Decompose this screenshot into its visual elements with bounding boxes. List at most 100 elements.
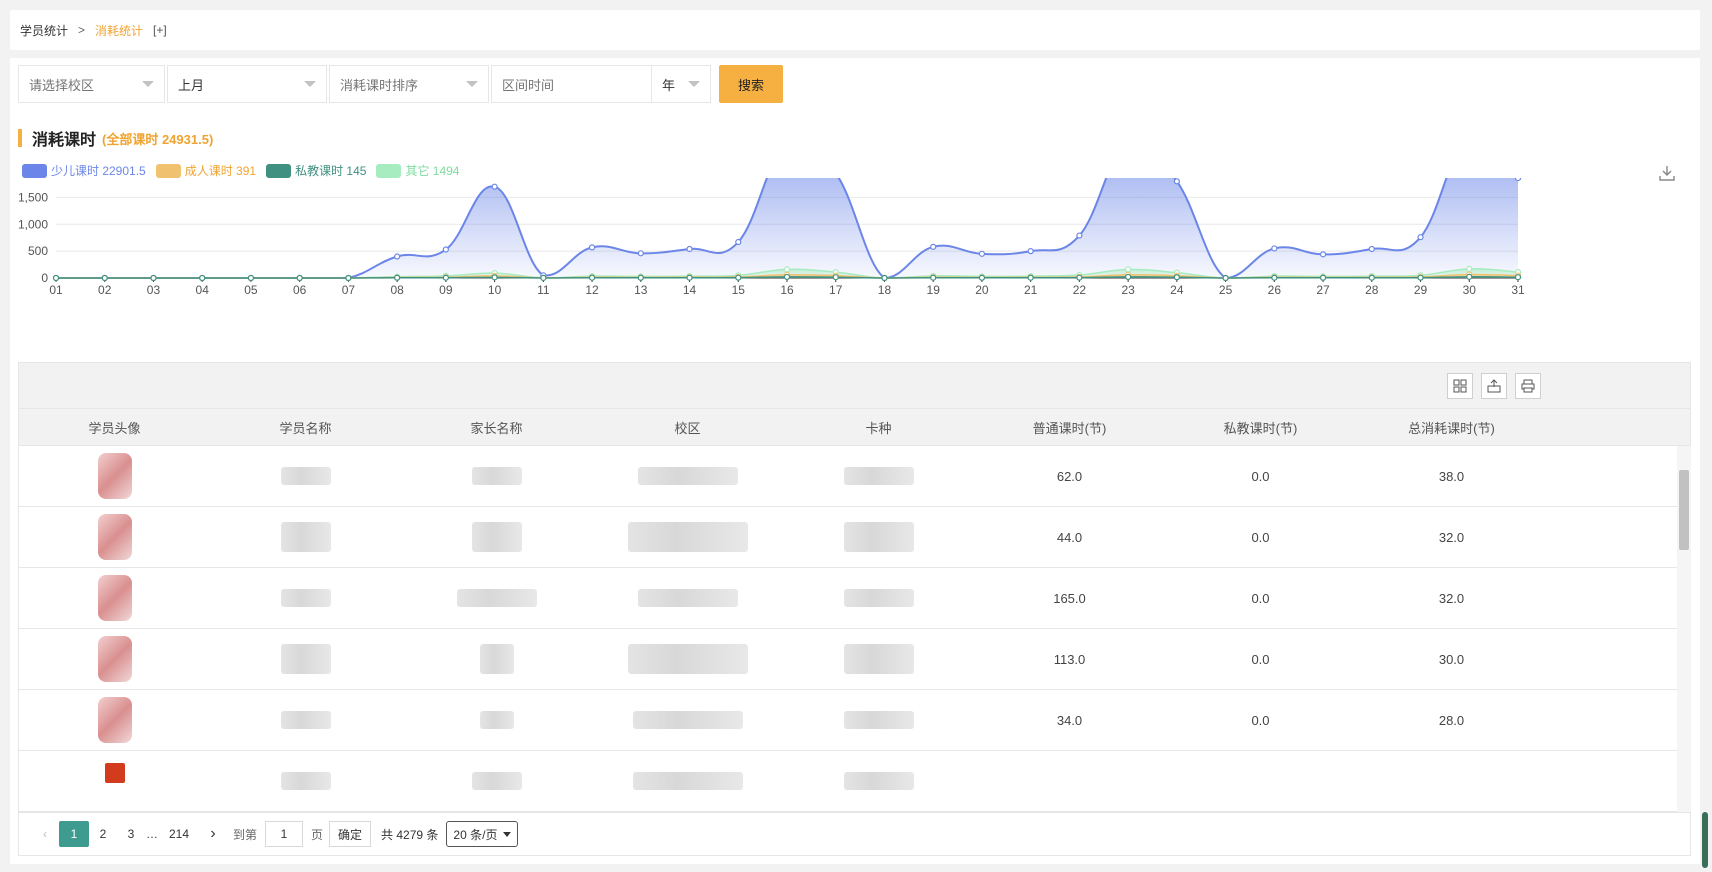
data-point (637, 274, 644, 281)
window-scrollbar-thumb[interactable] (1702, 812, 1708, 868)
goto-page-input[interactable]: 1 (265, 821, 304, 847)
page-button[interactable]: 214 (159, 821, 199, 847)
column-header[interactable]: 家长名称 (401, 409, 592, 445)
column-header[interactable]: 学员名称 (210, 409, 401, 445)
table-row[interactable]: 62.0 0.0 38.0 (19, 446, 1690, 507)
data-point (1319, 274, 1327, 281)
column-header[interactable]: 总消耗课时(节) (1356, 409, 1547, 445)
data-point (637, 250, 644, 257)
x-tick-label: 09 (439, 283, 453, 297)
table-toolbar (18, 362, 1691, 408)
columns-icon[interactable] (1447, 373, 1473, 399)
table-row[interactable] (19, 751, 1690, 812)
campus-redacted (627, 644, 748, 674)
parent-name-redacted (479, 711, 514, 729)
data-point (1417, 234, 1424, 241)
x-tick-label: 08 (390, 283, 404, 297)
table-scrollbar-thumb[interactable] (1679, 470, 1689, 550)
legend-swatch (266, 163, 292, 178)
section-header: 消耗课时 (全部课时 24931.5) (18, 126, 213, 150)
range-input[interactable]: 区间时间 (491, 65, 651, 103)
x-tick-label: 15 (732, 283, 746, 297)
x-tick-label: 02 (98, 283, 112, 297)
page-size-value: 20 条/页 (453, 827, 498, 842)
y-tick-label: 1,000 (18, 217, 48, 231)
normal-hours (974, 751, 1165, 811)
x-tick-label: 10 (488, 283, 502, 297)
data-point (686, 245, 693, 253)
data-point (247, 274, 255, 282)
column-header[interactable]: 私教课时(节) (1165, 409, 1356, 445)
column-header[interactable]: 卡种 (783, 409, 974, 445)
legend-swatch (155, 163, 181, 178)
section-subtitle: (全部课时 24931.5) (102, 131, 214, 147)
prev-page-icon[interactable]: ‹ (31, 821, 59, 847)
breadcrumb-current[interactable]: 消耗统计 (95, 22, 143, 39)
x-tick-label: 01 (49, 283, 63, 297)
x-tick-label: 24 (1170, 283, 1184, 297)
chevron-down-icon (142, 81, 154, 87)
print-icon[interactable] (1515, 373, 1541, 399)
card-type-redacted (843, 772, 914, 790)
student-name-redacted (280, 711, 331, 729)
data-point (1514, 178, 1522, 182)
data-point (540, 274, 547, 282)
sort-select[interactable]: 消耗课时排序 (329, 65, 489, 103)
table-row[interactable]: 165.0 0.0 32.0 (19, 568, 1690, 629)
x-tick-label: 28 (1365, 283, 1379, 297)
page-button[interactable]: 2 (89, 821, 117, 847)
search-button[interactable]: 搜索 (719, 65, 783, 103)
normal-hours: 62.0 (1056, 468, 1083, 484)
data-point (52, 274, 60, 282)
unit-select-value: 年 (662, 77, 676, 93)
data-point (735, 274, 742, 281)
legend-label: 成人课时 391 (184, 164, 257, 178)
unit-select[interactable]: 年 (651, 65, 711, 103)
data-point (101, 274, 108, 282)
pagination: ‹ 1 2 3 … 214 › 到第 1 页 确定 共 4279 条 20 条/… (18, 812, 1691, 856)
table-row[interactable]: 34.0 0.0 28.0 (19, 690, 1690, 751)
normal-hours: 113.0 (1053, 651, 1086, 667)
table-row[interactable]: 44.0 0.0 32.0 (19, 507, 1690, 568)
data-point (296, 274, 303, 282)
campus-redacted (632, 711, 743, 729)
campus-redacted (637, 467, 738, 485)
data-point (1222, 274, 1229, 282)
breadcrumb-expand-button[interactable]: [+] (153, 23, 167, 37)
data-point (394, 274, 401, 281)
data-point (442, 274, 449, 281)
x-tick-label: 22 (1073, 283, 1087, 297)
campus-redacted (627, 522, 748, 552)
page-button[interactable]: 1 (59, 821, 89, 847)
legend-label: 其它 1494 (405, 164, 460, 178)
breadcrumb-parent[interactable]: 学员统计 (20, 22, 68, 39)
legend-item-private[interactable]: 私教课时 145 (266, 162, 366, 179)
total-hours: 30.0 (1438, 651, 1465, 667)
total-count: 共 4279 条 (381, 827, 439, 842)
date-range-group: 区间时间 年 (491, 65, 711, 103)
campus-select[interactable]: 请选择校区 (18, 65, 165, 103)
private-hours: 0.0 (1251, 468, 1270, 484)
page-button[interactable]: 3 (117, 821, 145, 847)
table-header: 学员头像 学员名称 家长名称 校区 卡种 普通课时(节) 私教课时(节) 总消耗… (18, 408, 1691, 446)
period-select[interactable]: 上月 (167, 65, 327, 103)
legend-item-other[interactable]: 其它 1494 (376, 162, 459, 179)
goto-confirm-button[interactable]: 确定 (329, 821, 372, 847)
page-size-select[interactable]: 20 条/页 (446, 821, 519, 847)
export-icon[interactable] (1481, 373, 1507, 399)
column-header[interactable]: 普通课时(节) (974, 409, 1165, 445)
avatar (97, 697, 132, 743)
x-tick-label: 20 (975, 283, 989, 297)
range-input-placeholder: 区间时间 (502, 77, 555, 93)
data-point (199, 274, 206, 282)
column-header[interactable]: 学员头像 (19, 409, 210, 445)
legend-item-adult[interactable]: 成人课时 391 (155, 162, 257, 179)
y-tick-label: 1,500 (18, 190, 48, 204)
table-row[interactable]: 113.0 0.0 30.0 (19, 629, 1690, 690)
next-page-icon[interactable]: › (199, 821, 227, 847)
data-point (832, 274, 839, 281)
legend-item-kids[interactable]: 少儿课时 22901.5 (22, 162, 146, 179)
column-header[interactable]: 校区 (592, 409, 783, 445)
section-title: 消耗课时 (32, 132, 97, 149)
page-ellipsis: … (146, 827, 158, 841)
